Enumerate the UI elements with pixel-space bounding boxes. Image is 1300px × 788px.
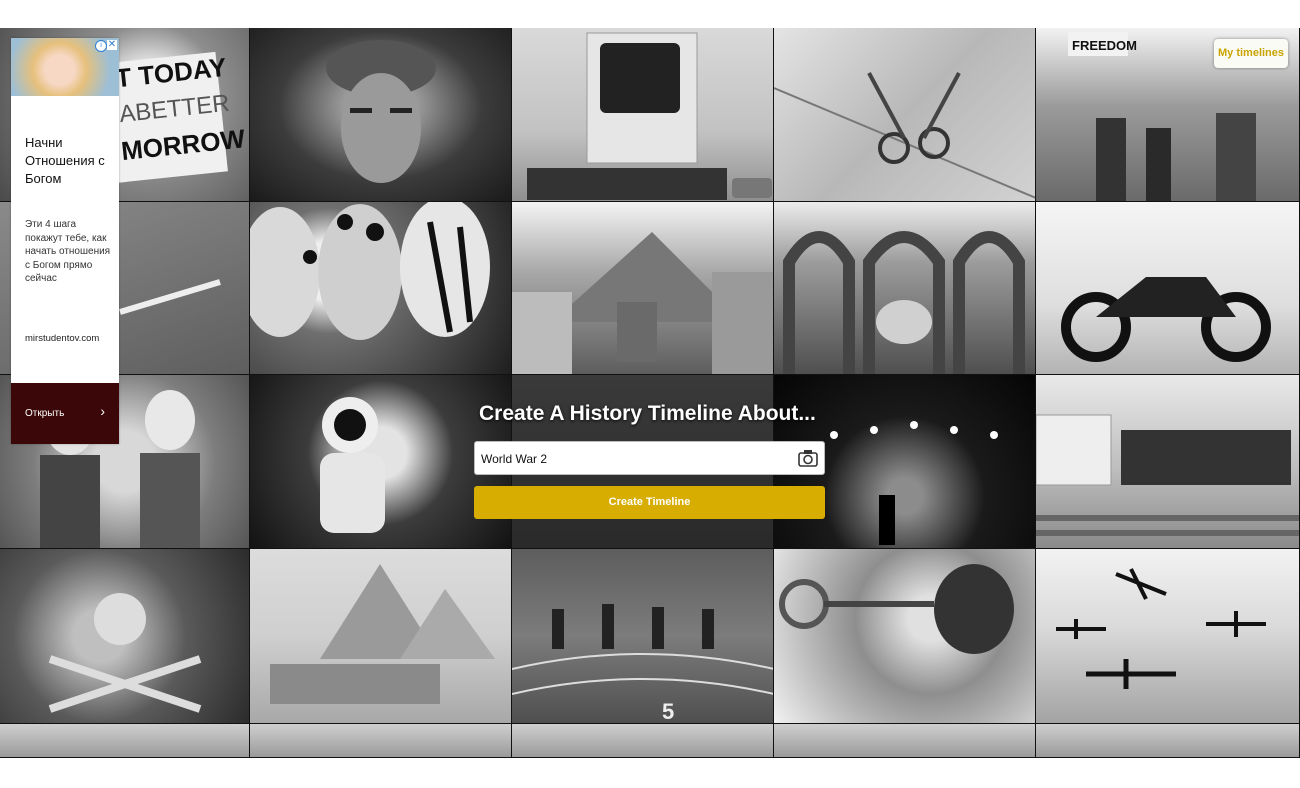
sewing-pattern-tile [774,28,1036,202]
pirate-flag-tile [0,549,250,724]
ad-close-icon[interactable]: ✕ [107,40,117,50]
warplanes-tile [1036,549,1300,724]
astronaut-tile [250,375,512,549]
volcano-street-tile [512,202,774,375]
trumpet-player-tile [774,549,1036,724]
mosque-arches-tile [774,202,1036,375]
ad-domain[interactable]: mirstudentov.com [25,333,99,344]
my-timelines-button[interactable]: My timelines [1214,39,1288,68]
chevron-right-icon: › [100,403,105,419]
bottom-tile-1 [0,724,250,758]
topic-search-box[interactable] [474,441,825,476]
vintage-computer-tile [512,28,774,202]
advertisement-panel[interactable]: i ✕ Начни Отношения с Богом Эти 4 шага п… [11,38,119,444]
ad-open-label: Открыть [25,408,65,419]
camera-icon[interactable] [798,449,818,467]
paper-lanterns-tile [250,202,512,375]
bottom-tile-4 [774,724,1036,758]
bottom-tile-5 [1036,724,1300,758]
image-collage-grid: T TODAY ABETTER MORROW FREEDOM 5 [0,28,1300,758]
ad-headline[interactable]: Начни Отношения с Богом [25,134,115,188]
bottom-tile-2 [250,724,512,758]
ad-info-icon[interactable]: i [95,40,107,52]
svg-text:5: 5 [662,699,674,724]
frida-portrait-tile [250,28,512,202]
running-race-tile: 5 [512,549,774,724]
topic-search-input[interactable] [479,442,793,476]
page-title: Create A History Timeline About... [479,402,816,425]
classroom-tile [1036,375,1300,549]
motorcycle-tile [1036,202,1300,375]
svg-text:FREEDOM: FREEDOM [1072,38,1137,53]
pyramids-sphinx-tile [250,549,512,724]
create-timeline-button[interactable]: Create Timeline [474,486,825,519]
ad-open-button[interactable]: Открыть › [11,383,119,444]
ad-body-text: Эти 4 шага покажут тебе, как начать отно… [25,219,111,284]
bottom-tile-3 [512,724,774,758]
